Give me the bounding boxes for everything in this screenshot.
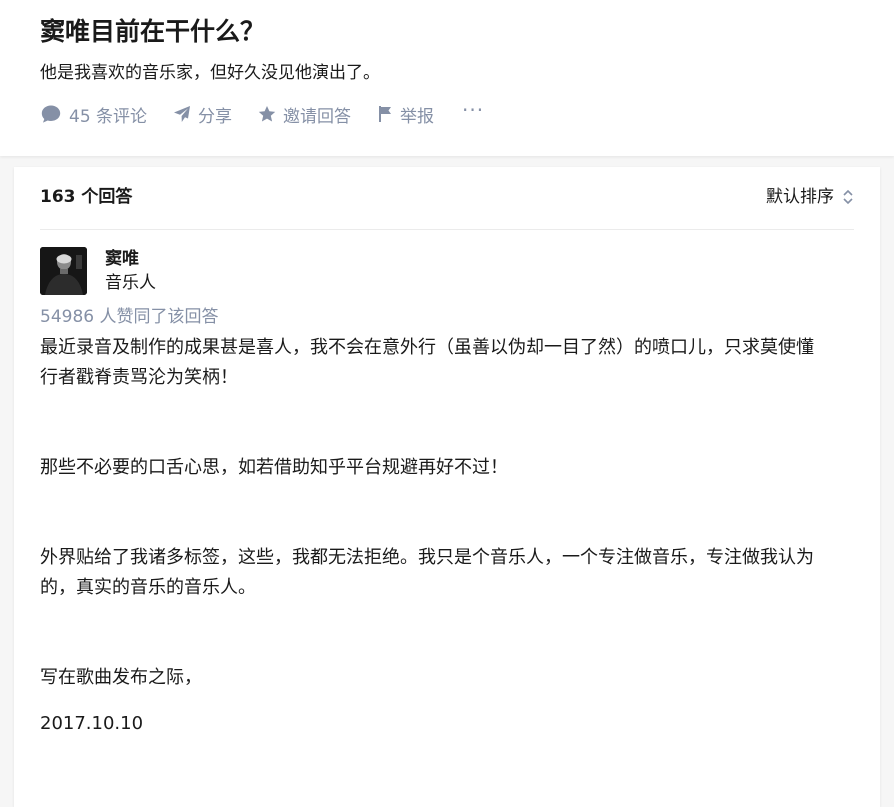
flag-icon: [377, 105, 400, 123]
sort-icon: [834, 188, 854, 206]
answer-paragraph: 写在歌曲发布之际，: [40, 667, 202, 688]
answer-paragraph: 行者戳脊责骂沦为笑柄！: [40, 367, 238, 388]
answer-list-card: 163 个回答 默认排序 窦唯 音乐人 54986 人赞同了该回答 最近录音及制…: [14, 167, 880, 807]
sort-dropdown[interactable]: 默认排序: [766, 184, 854, 210]
answer-list-header: 163 个回答 默认排序: [40, 167, 854, 230]
answer-paragraph: 的，真实的音乐的音乐人。: [40, 577, 256, 598]
question-detail: 他是我喜欢的音乐家，但好久没见他演出了。: [40, 63, 380, 83]
sort-label: 默认排序: [766, 187, 834, 207]
share-button[interactable]: 分享: [173, 102, 232, 127]
invite-answer-button[interactable]: 邀请回答: [258, 102, 351, 127]
share-icon: [173, 105, 198, 123]
answer-paragraph: 那些不必要的口舌心思，如若借助知乎平台规避再好不过！: [40, 457, 508, 478]
question-title: 窦唯目前在干什么？: [40, 17, 266, 46]
author-name[interactable]: 窦唯: [105, 247, 139, 271]
comment-icon: [40, 104, 69, 124]
share-label: 分享: [198, 106, 233, 127]
author-headline: 音乐人: [105, 273, 156, 293]
report-button[interactable]: 举报: [377, 102, 434, 127]
more-icon: ···: [462, 98, 485, 122]
more-options-button[interactable]: ···: [462, 100, 484, 124]
question-header: 窦唯目前在干什么？ 他是我喜欢的音乐家，但好久没见他演出了。 45 条评论 分享…: [0, 0, 894, 156]
vote-count: 54986 人赞同了该回答: [40, 307, 219, 327]
answer-paragraph: 外界贴给了我诸多标签，这些，我都无法拒绝。我只是个音乐人，一个专注做音乐，专注做…: [40, 547, 814, 568]
answer-paragraph: 最近录音及制作的成果甚是喜人，我不会在意外行（虽善以伪却一目了然）的喷口儿，只求…: [40, 337, 814, 358]
comments-button[interactable]: 45 条评论: [40, 102, 147, 127]
report-label: 举报: [400, 106, 435, 127]
comments-label: 45 条评论: [69, 106, 148, 127]
answer-count: 163 个回答: [40, 187, 133, 207]
answer-paragraph: 2017.10.10: [40, 713, 144, 734]
avatar[interactable]: [40, 247, 87, 295]
star-icon: [258, 105, 283, 123]
question-action-bar: 45 条评论 分享 邀请回答 举报 ···: [40, 98, 484, 130]
invite-label: 邀请回答: [283, 106, 352, 127]
